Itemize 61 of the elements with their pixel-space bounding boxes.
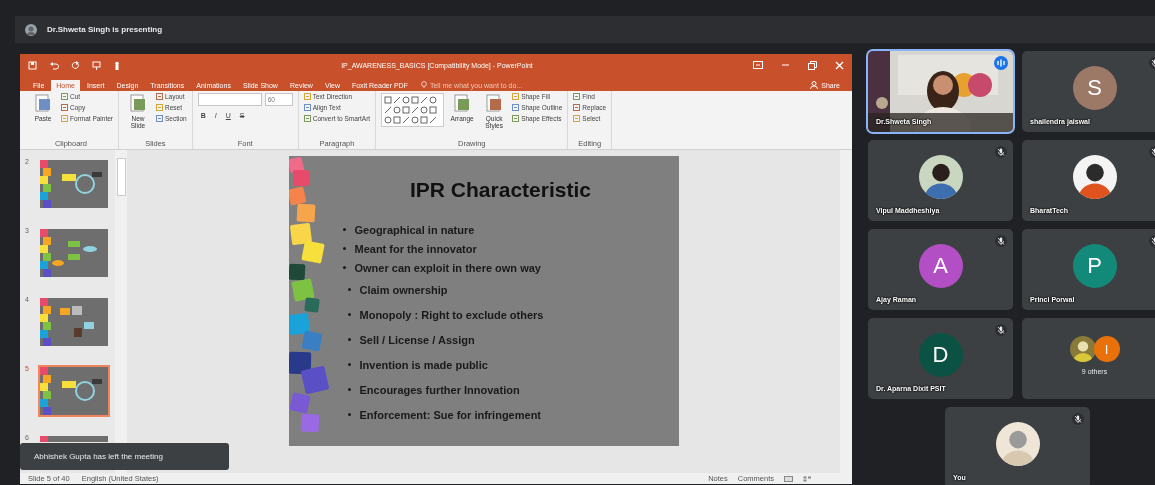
bullet-text: Geographical in nature [354, 223, 475, 236]
lightbulb-icon [420, 81, 427, 89]
restore-icon[interactable] [808, 61, 817, 70]
command-icon [156, 115, 163, 122]
bullet-text: Meant for the innovator [354, 242, 477, 255]
slide-sorter-icon[interactable] [803, 475, 812, 482]
bullet-text: Enforcement: Sue for infringement [359, 408, 542, 421]
font-name-field[interactable] [197, 93, 262, 106]
bullet-icon [347, 388, 351, 391]
bullet-text: Invention is made public [359, 358, 488, 371]
command-icon [156, 104, 163, 111]
undo-icon[interactable] [49, 61, 59, 70]
bullet-icon [342, 247, 346, 250]
bullet-text: Sell / License / Assign [359, 333, 475, 346]
command-icon [512, 104, 520, 111]
close-icon[interactable] [835, 61, 844, 70]
bullet-text: Encourages further Innovation [359, 383, 520, 396]
avatar: P [1072, 243, 1117, 288]
avatar: S [1072, 65, 1117, 110]
bullet-icon [347, 313, 351, 316]
bullet-icon [347, 288, 351, 291]
bullet-icon [342, 266, 346, 269]
normal-view-icon[interactable] [784, 475, 793, 482]
save-icon[interactable] [28, 61, 37, 70]
command-icon [61, 93, 68, 100]
avatar: A [918, 243, 963, 288]
bullet-text: Claim ownership [359, 283, 448, 296]
speaking-icon [994, 56, 1008, 70]
bullet-text: Monopoly : Right to exclude others [359, 308, 544, 321]
bullet-icon [347, 338, 351, 341]
redo-icon[interactable] [71, 61, 80, 70]
person-icon [810, 81, 819, 89]
ribbon-display-icon[interactable] [753, 61, 763, 69]
avatar: I [1093, 336, 1120, 362]
slide-thumbnail[interactable] [38, 158, 110, 210]
command-icon [61, 104, 68, 111]
command-icon [573, 115, 581, 122]
presentation-icon[interactable] [92, 61, 101, 70]
slide-thumbnail[interactable] [38, 365, 110, 417]
slide-thumbnail[interactable] [38, 227, 110, 279]
shapes-gallery[interactable] [381, 93, 445, 127]
scrollbar[interactable] [840, 150, 852, 473]
slide-title: IPR Characteristic [409, 178, 592, 202]
avatar-icon [25, 23, 37, 36]
bullet-icon [347, 363, 351, 366]
command-icon [61, 115, 68, 122]
command-icon [512, 115, 520, 122]
command-icon [512, 93, 520, 100]
command-icon [573, 104, 581, 111]
command-icon [303, 93, 311, 100]
command-icon [303, 115, 311, 122]
avatar: D [918, 332, 963, 377]
bullet-text: Owner can exploit in there own way [354, 261, 541, 274]
bullet-icon [347, 413, 351, 416]
command-icon [303, 104, 311, 111]
command-icon [156, 93, 163, 100]
bullet-icon [342, 228, 346, 231]
presenter-text: Dr.Shweta Singh is presenting [47, 25, 163, 34]
notification-toast: Abhishek Gupta has left the meeting [20, 443, 229, 470]
command-icon [573, 93, 581, 100]
slide-thumbnail[interactable] [38, 296, 110, 348]
